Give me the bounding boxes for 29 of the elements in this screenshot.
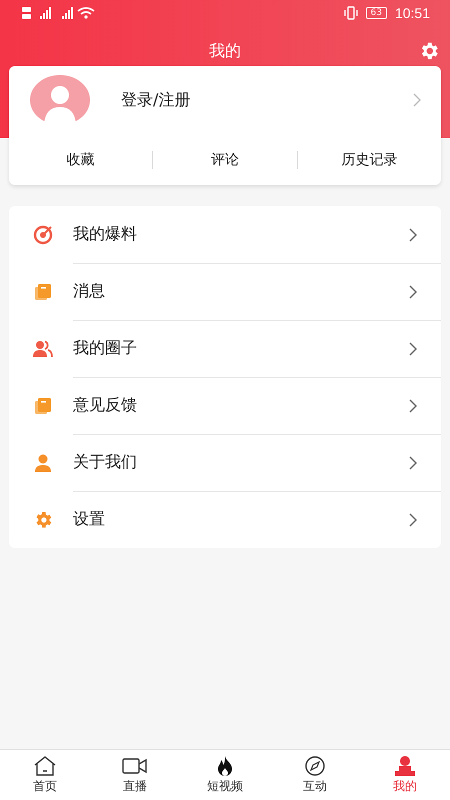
tab[interactable]: 我的 — [360, 750, 450, 800]
profile-link[interactable]: 收藏 — [9, 143, 152, 177]
home-icon — [32, 755, 58, 777]
menu-item[interactable]: 消息 — [9, 263, 441, 320]
tab[interactable]: 短视频 — [180, 750, 270, 800]
login-row[interactable]: 登录/注册 — [9, 66, 441, 135]
menu-item[interactable]: 设置 — [9, 491, 441, 548]
menu-item[interactable]: 我的爆料 — [9, 206, 441, 263]
battery-level: 63 — [366, 7, 387, 19]
chevron-icon — [409, 342, 417, 356]
chevron-icon — [409, 398, 417, 412]
vibrate-icon — [344, 6, 358, 20]
tab[interactable]: 首页 — [0, 750, 90, 800]
chevron-icon — [409, 284, 417, 298]
page-title: 我的 — [209, 40, 241, 62]
menu-item[interactable]: 意见反馈 — [9, 377, 441, 434]
menu-item[interactable]: 关于我们 — [9, 434, 441, 491]
tab[interactable]: 互动 — [270, 750, 360, 800]
chevron-icon — [409, 228, 417, 242]
profile-link[interactable]: 历史记录 — [298, 143, 441, 177]
avatar-icon — [29, 75, 91, 125]
chevron-icon — [413, 93, 421, 107]
chevron-icon — [409, 456, 417, 470]
menu-item[interactable]: 我的圈子 — [9, 320, 441, 377]
chevron-icon — [409, 512, 417, 526]
profile-link[interactable]: 评论 — [153, 143, 297, 177]
person-icon — [392, 755, 418, 777]
clock-time: 10:51 — [394, 5, 430, 21]
tab[interactable]: 直播 — [90, 750, 180, 800]
